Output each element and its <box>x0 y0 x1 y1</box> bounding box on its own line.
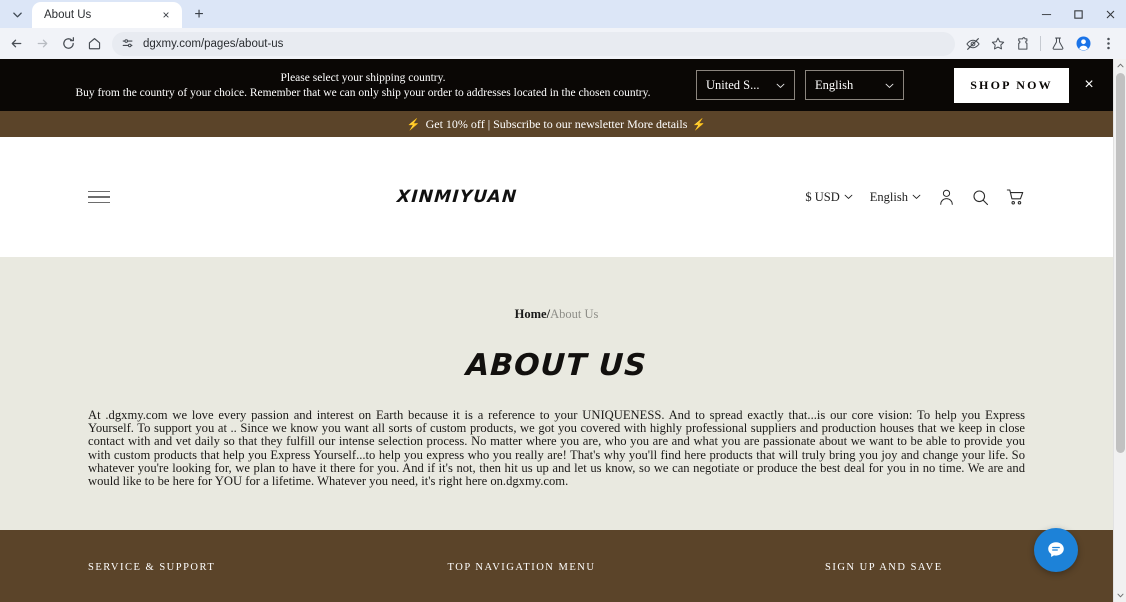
announcement-controls: United S... English SHOP NOW × <box>696 67 1099 103</box>
window-close-button[interactable] <box>1094 0 1126 28</box>
site-settings-tune-icon[interactable] <box>120 36 136 52</box>
tab-search-chevron-down-icon[interactable] <box>4 2 30 26</box>
page-scrollbar[interactable] <box>1113 59 1126 602</box>
search-icon[interactable] <box>972 189 989 206</box>
footer-heading-top-navigation: TOP NAVIGATION MENU <box>447 562 596 573</box>
browser-toolbar: dgxmy.com/pages/about-us <box>0 28 1126 59</box>
about-body-text: At .dgxmy.com we love every passion and … <box>88 408 1025 489</box>
browser-window: About Us × + dgxmy.com/pages/about-us Pl… <box>0 0 1126 602</box>
page-viewport: Please select your shipping country. Buy… <box>0 59 1126 602</box>
window-maximize-button[interactable] <box>1062 0 1094 28</box>
announcement-close-icon[interactable]: × <box>1079 76 1099 94</box>
chevron-down-icon <box>885 78 894 93</box>
site-footer: SERVICE & SUPPORT TOP NAVIGATION MENU SI… <box>0 530 1113 602</box>
chevron-down-icon <box>844 192 853 202</box>
footer-column-service-support: SERVICE & SUPPORT <box>88 562 448 602</box>
shop-now-button[interactable]: SHOP NOW <box>954 67 1069 103</box>
tab-title: About Us <box>44 9 92 21</box>
header-utilities: $ USD English <box>805 188 1025 206</box>
announcement-text: Please select your shipping country. Buy… <box>0 71 696 100</box>
language-selector-value: English <box>815 77 854 92</box>
breadcrumb-home-link[interactable]: Home <box>515 307 547 321</box>
tab-close-icon[interactable]: × <box>158 7 174 23</box>
hamburger-line <box>88 190 110 193</box>
footer-heading-signup: SIGN UP AND SAVE <box>825 562 943 573</box>
breadcrumb: Home/About Us <box>0 307 1113 322</box>
chevron-down-icon <box>776 78 785 93</box>
address-bar-url: dgxmy.com/pages/about-us <box>143 37 284 50</box>
shopping-cart-icon[interactable] <box>1006 188 1025 206</box>
user-account-icon[interactable] <box>938 188 955 206</box>
country-selector-value: United S... <box>706 77 760 92</box>
header-language-selector[interactable]: English <box>870 190 921 205</box>
browser-tab[interactable]: About Us × <box>32 2 182 28</box>
header-language-value: English <box>869 189 908 204</box>
lightning-bolt-icon: ⚡ <box>406 118 421 131</box>
labs-flask-icon[interactable] <box>1046 32 1070 56</box>
scrollbar-down-arrow-icon[interactable] <box>1114 589 1126 602</box>
window-controls <box>1030 0 1126 28</box>
scrollbar-up-arrow-icon[interactable] <box>1114 59 1126 72</box>
currency-selector[interactable]: $ USD <box>805 189 853 205</box>
window-minimize-button[interactable] <box>1030 0 1062 28</box>
address-bar[interactable]: dgxmy.com/pages/about-us <box>112 31 955 56</box>
page-title: ABOUT US <box>465 348 648 383</box>
toolbar-right-icons <box>961 32 1120 56</box>
three-dot-menu-icon[interactable] <box>1096 32 1120 56</box>
toolbar-divider <box>1040 36 1041 51</box>
back-arrow-icon[interactable] <box>4 32 28 56</box>
footer-heading-service-support: SERVICE & SUPPORT <box>88 562 216 573</box>
hamburger-line <box>88 196 110 198</box>
breadcrumb-current: About Us <box>550 307 599 321</box>
page-content: Home/About Us ABOUT US At .dgxmy.com we … <box>0 257 1113 530</box>
language-selector[interactable]: English <box>805 70 904 100</box>
hamburger-line <box>88 201 110 204</box>
scrollbar-thumb[interactable] <box>1116 73 1125 453</box>
promo-text: Get 10% off | Subscribe to our newslette… <box>425 116 688 131</box>
lightning-bolt-icon: ⚡ <box>692 118 707 131</box>
site-logo[interactable]: XINMIYUAN <box>397 187 519 207</box>
site-header: XINMIYUAN $ USD English <box>0 137 1113 257</box>
web-page: Please select your shipping country. Buy… <box>0 59 1113 602</box>
bookmark-star-icon[interactable] <box>986 32 1010 56</box>
extensions-puzzle-icon[interactable] <box>1011 32 1035 56</box>
home-icon[interactable] <box>82 32 106 56</box>
forward-arrow-icon <box>30 32 54 56</box>
hamburger-menu-icon[interactable] <box>88 190 110 204</box>
chat-bubble-icon <box>1048 542 1064 557</box>
announcement-body: Buy from the country of your choice. Rem… <box>75 86 651 99</box>
country-selector[interactable]: United S... <box>696 70 795 100</box>
shipping-announcement-bar: Please select your shipping country. Buy… <box>0 59 1113 111</box>
new-tab-plus-icon[interactable]: + <box>186 3 212 27</box>
logo-container: XINMIYUAN <box>110 187 805 207</box>
eye-off-icon[interactable] <box>961 32 985 56</box>
currency-selector-value: $ USD <box>805 189 840 204</box>
footer-column-signup: SIGN UP AND SAVE <box>825 562 1025 602</box>
promo-bar[interactable]: ⚡ Get 10% off | Subscribe to our newslet… <box>0 111 1113 137</box>
reload-icon[interactable] <box>56 32 80 56</box>
chat-widget-button[interactable] <box>1034 528 1078 572</box>
chevron-down-icon <box>912 192 921 202</box>
profile-avatar-icon[interactable] <box>1071 32 1095 56</box>
announcement-heading: Please select your shipping country. <box>280 71 446 84</box>
tab-strip: About Us × + <box>0 0 1126 28</box>
footer-column-top-navigation: TOP NAVIGATION MENU <box>448 562 825 602</box>
